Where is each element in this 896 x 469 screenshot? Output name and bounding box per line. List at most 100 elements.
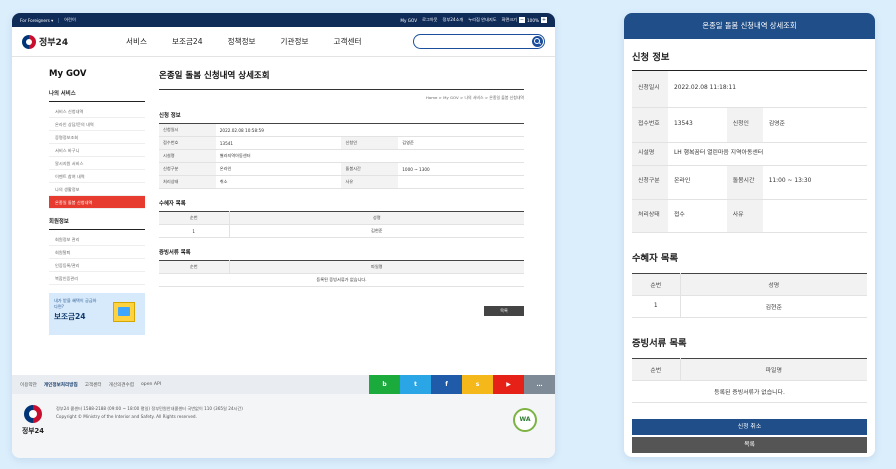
about-link[interactable]: 정부24소개: [443, 17, 464, 23]
terms-link[interactable]: 이용약관: [20, 382, 37, 388]
table-row: 신청구분 온라인 돌봄시간 1000 ~ 1300: [159, 162, 524, 176]
menu-agency[interactable]: 기관정보: [281, 36, 309, 47]
mobile-section-title-documents: 증빙서류 목록: [632, 337, 687, 349]
feedback-link[interactable]: 개선의견수렴: [109, 382, 134, 388]
youtube-icon[interactable]: ▶: [493, 375, 524, 394]
list-button[interactable]: 목록: [484, 306, 524, 316]
blog-icon[interactable]: b: [369, 375, 400, 394]
table-row: 신청일시 2022.02.08 11:18:11: [632, 71, 867, 108]
footer-info: 정부24 정부24 콜센터 1588-2188 (09:00 ~ 18:00 평…: [12, 394, 555, 458]
facebook-icon[interactable]: f: [431, 375, 462, 394]
column-header: 파일명: [229, 260, 524, 274]
mobile-beneficiary-table: 순번 성명 1 김현준: [632, 272, 867, 318]
table-header-row: 순번 파일명: [159, 260, 524, 274]
field-label: 처리상태: [632, 199, 668, 233]
menu-support[interactable]: 고객센터: [334, 36, 362, 47]
side-nav-item-care-active[interactable]: 온종일 돌봄 신청내역: [49, 196, 145, 209]
field-label: 사유: [341, 175, 399, 189]
table-row: 신청일시 2022.02.08 10:58:59: [159, 123, 524, 137]
side-nav-item[interactable]: 복합인증관리: [49, 272, 145, 285]
government-emblem-icon: [24, 405, 42, 423]
sitemap-link[interactable]: 누리집 안내지도: [468, 17, 496, 23]
side-nav-item[interactable]: 회원탈퇴: [49, 246, 145, 259]
menu-subsidy[interactable]: 보조금24: [172, 36, 203, 47]
government-emblem-icon: [22, 34, 36, 49]
menu-service[interactable]: 서비스: [126, 36, 147, 47]
side-nav-item[interactable]: 서비스 신청내역: [49, 105, 145, 118]
kids-link[interactable]: 어린이: [64, 17, 81, 23]
side-nav-item[interactable]: 인증등록/관리: [49, 259, 145, 272]
field-label: 시설명: [632, 142, 668, 166]
table-header-row: 순번 성명: [159, 211, 524, 225]
side-nav-item[interactable]: 이벤트 참여 내역: [49, 170, 145, 183]
subsidy-banner[interactable]: 내가 받을 혜택이 궁금하다면? 보조금24: [49, 293, 145, 335]
table-header-row: 순번 성명: [632, 273, 867, 296]
table-row: 처리상태 접수 사유: [632, 199, 867, 233]
table-row: 1 김현준: [159, 224, 524, 238]
table-row: 접수번호 13543 신청인 김영준: [632, 107, 867, 143]
cancel-application-button[interactable]: 신청 취소: [632, 419, 867, 435]
search-input[interactable]: [413, 34, 545, 49]
side-nav-item[interactable]: 서비스 바구니: [49, 144, 145, 157]
kakao-story-icon[interactable]: s: [462, 375, 493, 394]
page-content: My GOV 나의 서비스 서비스 신청내역 온라인 상담/문의 내역 증명정보…: [12, 57, 555, 375]
field-label: 시설명: [159, 149, 216, 163]
side-nav-item[interactable]: 회원정보 관리: [49, 233, 145, 246]
field-label: 신청구분: [159, 162, 216, 176]
field-label: 신청인: [726, 107, 763, 143]
twitter-icon[interactable]: t: [400, 375, 431, 394]
button-row: 목록: [159, 297, 524, 316]
for-foreigners-link[interactable]: For Foreigners ▾: [20, 17, 60, 23]
search-icon[interactable]: [532, 35, 543, 47]
documents-table: 순번 파일명 등록된 증빙서류가 없습니다.: [159, 260, 524, 287]
column-header: 순번: [632, 273, 681, 296]
footer-logo-text: 정부24: [22, 427, 44, 435]
cell-number: 1: [632, 295, 681, 318]
table-row: 1 김현준: [632, 295, 867, 318]
mygov-link[interactable]: My GOV: [400, 18, 417, 23]
application-info-table: 신청일시 2022.02.08 10:58:59 접수번호 13541 신청인 …: [159, 123, 524, 189]
footer-text: 정부24 콜센터 1588-2188 (09:00 ~ 18:00 평일) 정부…: [56, 405, 243, 435]
field-value: 2022.02.08 10:58:59: [215, 123, 342, 137]
logout-link[interactable]: 로그아웃: [422, 17, 437, 23]
privacy-link[interactable]: 개인정보처리방침: [44, 382, 78, 388]
copyright: Copyright © Ministry of the Interior and…: [56, 414, 197, 420]
menu-policy[interactable]: 정책정보: [228, 36, 256, 47]
mobile-list-button[interactable]: 목록: [632, 437, 867, 453]
side-nav-item[interactable]: 알시지원 서비스: [49, 157, 145, 170]
side-nav-group-my-service: 나의 서비스: [49, 89, 145, 102]
main-menu: 서비스 보조금24 정책정보 기관정보 고객센터: [126, 36, 361, 47]
logo-text: 정부24: [39, 38, 69, 48]
column-header: 순번: [632, 358, 681, 381]
support-link[interactable]: 고객센터: [85, 382, 102, 388]
footer-links: 이용약관 개인정보처리방침 고객센터 개선의견수렴 open API b t f…: [12, 375, 555, 394]
field-value: 온라인: [668, 165, 727, 200]
side-nav-item[interactable]: 온라인 상담/문의 내역: [49, 118, 145, 131]
global-nav: 정부24 서비스 보조금24 정책정보 기관정보 고객센터: [12, 27, 555, 57]
breadcrumb: Home > My GOV > 나의 서비스 > 온종일 돌봄 신청내역: [425, 95, 524, 100]
table-header-row: 순번 파일명: [632, 358, 867, 381]
chat-icon[interactable]: …: [524, 375, 555, 394]
side-nav-item[interactable]: 증명정보조회: [49, 131, 145, 144]
field-value: [762, 199, 867, 233]
mobile-header-title: 온종일 돌봄 신청내역 상세조회: [624, 13, 875, 39]
zoom-out-button[interactable]: −: [519, 17, 526, 23]
section-title-beneficiary: 수혜자 목록: [159, 201, 186, 207]
field-value: 별라지역아동센터: [215, 149, 342, 163]
column-header: 순번: [159, 211, 230, 225]
table-row: 접수번호 13541 신청인 김영준: [159, 136, 524, 150]
field-value: 김영준: [398, 136, 524, 150]
site-logo[interactable]: 정부24: [22, 34, 104, 49]
table-row: 시설명 별라지역아동센터: [159, 149, 524, 163]
open-api-link[interactable]: open API: [141, 382, 161, 387]
field-label: 접수번호: [159, 136, 216, 150]
zoom-in-button[interactable]: +: [541, 17, 547, 23]
mobile-application-info-table: 신청일시 2022.02.08 11:18:11 접수번호 13543 신청인 …: [632, 71, 867, 233]
sns-links: b t f s ▶ …: [369, 375, 555, 394]
field-value: 2022.02.08 11:18:11: [668, 71, 867, 108]
side-nav-group-member: 회원정보: [49, 217, 145, 230]
field-label: 처리상태: [159, 175, 216, 189]
envelope-icon: [113, 302, 135, 322]
side-nav-item[interactable]: 나의 생활정보: [49, 183, 145, 196]
table-row: 등록된 증빙서류가 없습니다.: [632, 380, 867, 403]
